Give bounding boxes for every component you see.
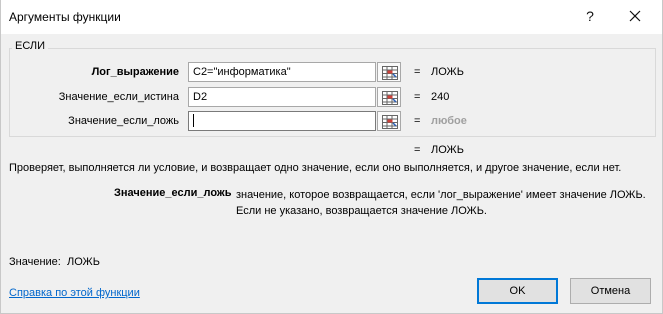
arg-result-1: ЛОЖЬ (431, 66, 464, 78)
cancel-button[interactable]: Отмена (570, 278, 651, 304)
function-name: ЕСЛИ (12, 40, 49, 52)
arg-label-value-if-false: Значение_если_ложь (68, 115, 179, 127)
arg-result-3: любое (431, 115, 467, 127)
function-arguments-dialog: Аргументы функции ? ЕСЛИ Лог_выражение =… (0, 0, 663, 314)
equals-sign-1: = (414, 66, 421, 78)
help-icon[interactable]: ? (579, 4, 601, 28)
ok-button[interactable]: OK (477, 278, 558, 304)
arg-result-2: 240 (431, 91, 450, 103)
function-help-link[interactable]: Справка по этой функции (9, 287, 140, 299)
arg-label-value-if-true: Значение_если_истина (58, 91, 179, 103)
collapse-dialog-button-2[interactable] (377, 87, 401, 107)
window-title: Аргументы функции (9, 10, 121, 24)
collapse-dialog-button-1[interactable] (377, 62, 401, 82)
overall-result: ЛОЖЬ (431, 144, 464, 156)
value-if-true-input[interactable] (188, 87, 376, 107)
text-caret (193, 114, 194, 127)
equals-sign-2: = (414, 91, 421, 103)
current-arg-name: Значение_если_ложь (114, 187, 232, 199)
close-icon[interactable] (621, 4, 649, 28)
equals-sign-3: = (414, 115, 421, 127)
overall-equals-sign: = (414, 144, 421, 156)
current-arg-description: значение, которое возвращается, если 'ло… (236, 189, 646, 217)
collapse-dialog-button-3[interactable] (377, 111, 401, 131)
arg-label-logical-test: Лог_выражение (91, 66, 179, 78)
range-select-icon (382, 91, 398, 105)
value-if-false-input[interactable] (188, 111, 376, 131)
function-description: Проверяет, выполняется ли условие, и воз… (9, 162, 622, 174)
range-select-icon (382, 115, 398, 129)
value-result: ЛОЖЬ (67, 256, 100, 268)
value-label: Значение: (9, 256, 61, 268)
title-bar: Аргументы функции ? (1, 0, 662, 34)
range-select-icon (382, 66, 398, 80)
logical-test-input[interactable] (188, 62, 376, 82)
